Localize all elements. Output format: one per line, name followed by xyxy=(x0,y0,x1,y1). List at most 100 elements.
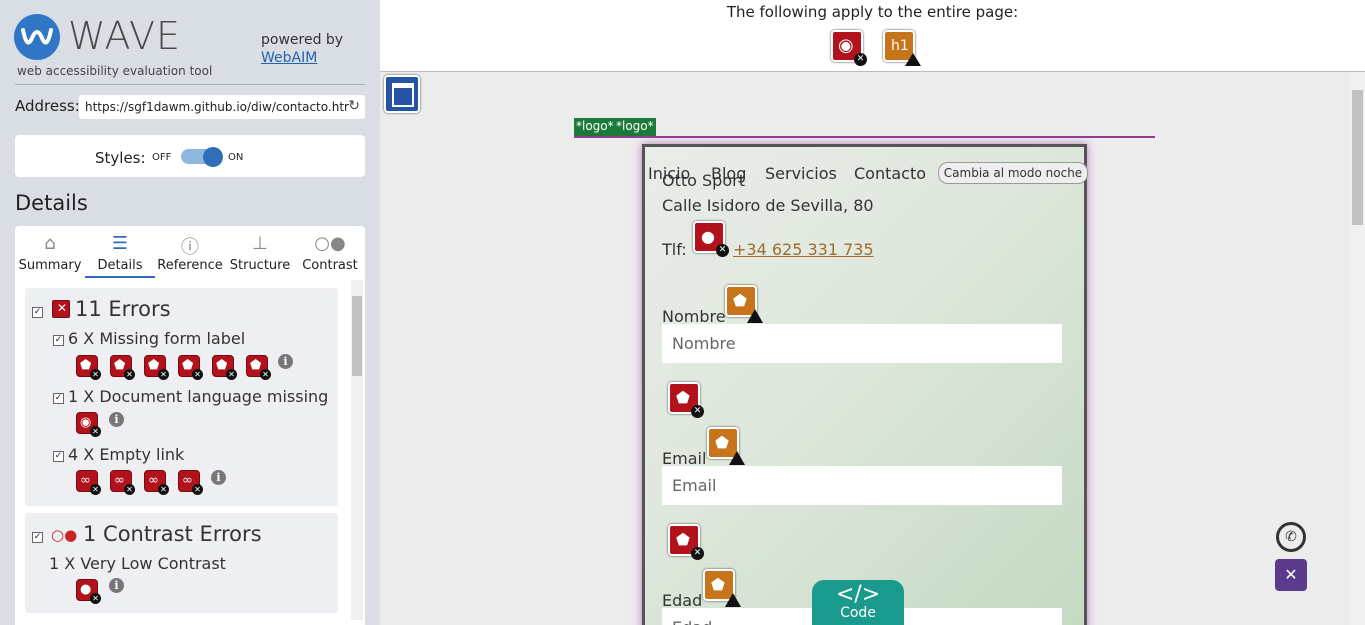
contrast-icon: ○● xyxy=(314,233,346,254)
company-address: Calle Isidoro de Sevilla, 80 xyxy=(662,196,874,215)
missing-label-icon[interactable]: ⬟ ✕ xyxy=(668,382,704,418)
very-low-contrast-title: 1 X Very Low Contrast xyxy=(49,554,226,573)
page-wide-issues-bar: The following apply to the entire page: … xyxy=(380,0,1365,72)
header-divider xyxy=(574,136,1155,138)
whatsapp-icon[interactable]: ✆ xyxy=(1276,522,1306,552)
h1-alert-icon[interactable]: h1 xyxy=(883,30,921,66)
info-icon[interactable]: i xyxy=(211,470,226,485)
phone-link[interactable]: +34 625 331 735 xyxy=(733,240,874,259)
styles-label: Styles: xyxy=(95,149,146,167)
nombre-input[interactable]: Nombre xyxy=(662,324,1062,363)
address-input[interactable]: https://sgf1dawm.github.io/diw/contacto.… xyxy=(79,95,365,119)
alert-badge-icon xyxy=(905,53,921,66)
orphaned-label-alert-icon[interactable]: ⬟ xyxy=(703,569,741,607)
contrast-error-icon: ○● xyxy=(51,526,78,544)
reload-icon[interactable]: ↻ xyxy=(348,98,360,114)
missing-label-icon[interactable]: ⬟ ✕ xyxy=(246,355,271,380)
page-scrollbar-thumb[interactable] xyxy=(1352,90,1363,225)
error-x-icon: ✕ xyxy=(52,300,70,318)
missing-label-icon[interactable]: ⬟ ✕ xyxy=(76,355,101,380)
language-missing-checkbox[interactable]: ✓ xyxy=(53,393,64,404)
nav-servicios[interactable]: Servicios xyxy=(765,164,837,183)
h1-icon-label: h1 xyxy=(891,38,909,54)
contrast-title: 1 Contrast Errors xyxy=(83,522,262,546)
missing-label-checkbox[interactable]: ✓ xyxy=(53,335,64,346)
panel-scrollbar[interactable] xyxy=(351,280,363,620)
contrast-checkbox[interactable]: ✓ xyxy=(32,532,43,543)
globe-icon: ◉ xyxy=(838,35,854,56)
missing-label-title: 6 X Missing form label xyxy=(68,329,246,348)
panel-tabs: ⌂ Summary ☰ Details ⓘ Reference ⊥ Struct… xyxy=(15,226,365,278)
nav-contacto[interactable]: Contacto xyxy=(854,164,926,183)
info-icon: ⓘ xyxy=(181,237,199,258)
orphaned-label-alert-icon[interactable]: ⬟ xyxy=(725,285,763,323)
page-preview: The following apply to the entire page: … xyxy=(380,0,1365,625)
logo-alt-tag[interactable]: *logo* xyxy=(614,118,656,136)
errors-title: 11 Errors xyxy=(75,297,171,321)
language-missing-icon[interactable]: ◉ ✕ xyxy=(831,30,867,66)
powered-by-text: powered by xyxy=(261,32,344,48)
contact-section: Inicio Blog Servicios Contacto Cambia al… xyxy=(642,144,1088,625)
tab-summary[interactable]: ⌂ Summary xyxy=(15,226,85,278)
tab-summary-label: Summary xyxy=(18,258,82,273)
tab-reference[interactable]: ⓘ Reference xyxy=(155,226,225,278)
empty-link-checkbox[interactable]: ✓ xyxy=(53,451,64,462)
empty-link-icon[interactable]: ∞ ✕ xyxy=(110,470,135,495)
info-icon[interactable]: i xyxy=(278,354,293,369)
tab-contrast-label: Contrast xyxy=(302,258,358,273)
tab-reference-label: Reference xyxy=(157,258,223,273)
html5-structure-icon[interactable] xyxy=(384,75,420,113)
empty-link-icon[interactable]: ∞ ✕ xyxy=(144,470,169,495)
orphaned-label-alert-icon[interactable]: ⬟ xyxy=(707,427,745,465)
address-value: https://sgf1dawm.github.io/diw/contacto.… xyxy=(85,100,349,114)
empty-link-icon[interactable]: ∞ ✕ xyxy=(76,470,101,495)
page-wide-notice: The following apply to the entire page: xyxy=(726,3,1019,21)
styles-toggle-knob[interactable] xyxy=(203,147,223,167)
details-heading: Details xyxy=(15,191,88,215)
styles-off-label: OFF xyxy=(152,152,172,163)
panel-scrollbar-thumb[interactable] xyxy=(352,296,362,376)
info-icon[interactable]: i xyxy=(109,412,124,427)
missing-label-icon[interactable]: ⬟ ✕ xyxy=(668,524,704,560)
address-label: Address: xyxy=(15,97,80,115)
list-icon: ☰ xyxy=(111,233,129,254)
home-icon: ⌂ xyxy=(44,233,56,254)
tab-contrast[interactable]: ○● Contrast xyxy=(295,226,365,278)
errors-card: ✓ ✕ 11 Errors ✓ 6 X Missing form label ⬟… xyxy=(25,288,338,506)
sitemap-icon: ⊥ xyxy=(252,233,268,254)
missing-label-icon[interactable]: ⬟ ✕ xyxy=(178,355,203,380)
wave-logo-icon xyxy=(14,14,60,60)
contrast-card: ✓ ○● 1 Contrast Errors 1 X Very Low Cont… xyxy=(25,513,338,613)
app-subtitle: web accessibility evaluation tool xyxy=(17,64,213,78)
night-mode-button[interactable]: Cambia al modo noche xyxy=(938,162,1088,184)
webaim-link[interactable]: WebAIM xyxy=(261,50,317,66)
info-icon[interactable]: i xyxy=(109,578,124,593)
page-scrollbar[interactable] xyxy=(1350,72,1365,625)
styles-on-label: ON xyxy=(228,152,244,163)
code-button[interactable]: </> Code xyxy=(812,580,904,625)
email-input[interactable]: Email xyxy=(662,466,1062,505)
missing-label-icon[interactable]: ⬟ ✕ xyxy=(144,355,169,380)
errors-checkbox[interactable]: ✓ xyxy=(32,307,43,318)
tab-details[interactable]: ☰ Details xyxy=(85,226,155,278)
empty-link-title: 4 X Empty link xyxy=(68,445,185,464)
missing-label-icon[interactable]: ⬟ ✕ xyxy=(110,355,135,380)
tab-structure-label: Structure xyxy=(229,258,291,273)
powered-by: powered by WebAIM xyxy=(261,31,343,67)
logo-alt-tag[interactable]: *logo* xyxy=(574,118,616,136)
missing-label-icon[interactable]: ⬟ ✕ xyxy=(212,355,237,380)
details-panel: ✓ ✕ 11 Errors ✓ 6 X Missing form label ⬟… xyxy=(15,278,365,625)
company-name: Otto Sport xyxy=(662,171,745,190)
tab-structure[interactable]: ⊥ Structure xyxy=(225,226,295,278)
very-low-contrast-icon[interactable]: ● ✕ xyxy=(76,579,101,604)
error-badge-icon: ✕ xyxy=(854,53,867,66)
very-low-contrast-icon[interactable]: ● ✕ xyxy=(693,221,729,257)
phone-label: Tlf: xyxy=(662,240,687,259)
styles-toggle-box: Styles: OFF ON xyxy=(15,135,365,177)
empty-link-icon[interactable]: ∞ ✕ xyxy=(178,470,203,495)
app-title: WAVE xyxy=(68,14,182,58)
close-wave-icon[interactable]: ✕ xyxy=(1275,559,1307,591)
tab-details-label: Details xyxy=(97,258,143,273)
code-label: Code xyxy=(840,605,876,621)
language-missing-icon[interactable]: ◉ ✕ xyxy=(76,412,101,437)
